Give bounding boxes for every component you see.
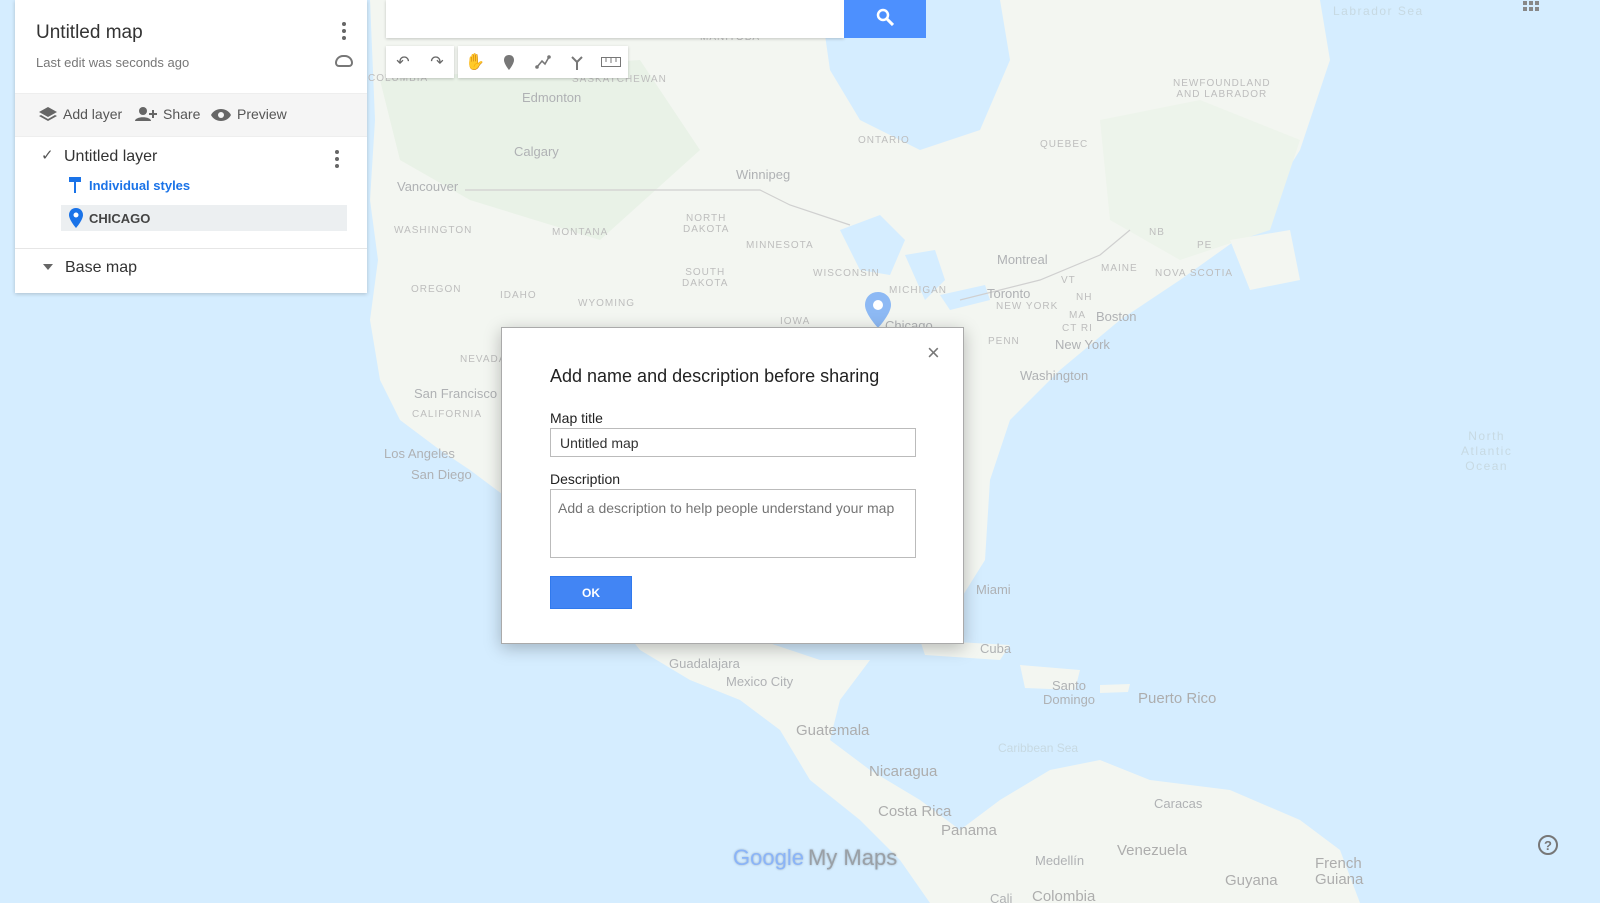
feature-item[interactable]: CHICAGO [61,205,347,231]
dialog-title: Add name and description before sharing [550,366,880,386]
redo-icon[interactable]: ↷ [420,46,454,78]
map-pin-icon [69,208,83,233]
add-marker-icon[interactable] [492,46,526,78]
share-button[interactable]: Share [135,106,200,122]
ruler-icon[interactable] [594,46,628,78]
panel-header: Untitled map Last edit was seconds ago [15,0,367,90]
google-wordmark: Google [733,845,804,870]
description-field[interactable] [550,489,916,558]
add-layer-button[interactable]: Add layer [39,106,122,122]
search-icon [876,8,895,31]
help-icon[interactable]: ? [1538,835,1558,855]
eye-icon [211,108,231,121]
feature-label: CHICAGO [89,211,151,226]
share-dialog: × Add name and description before sharin… [501,327,964,644]
layer-section: ✓ Untitled layer Individual styles CHICA… [15,137,367,297]
map-toolbar: ↶ ↷ ✋ [386,46,628,78]
apps-grid-icon[interactable] [1523,1,1539,15]
undo-redo-group: ↶ ↷ [386,46,454,78]
preview-label: Preview [237,106,287,122]
google-my-maps-logo: Google My Maps [733,845,897,871]
individual-styles-link[interactable]: Individual styles [89,178,190,193]
map-title-field[interactable] [550,428,916,457]
checkbox-checked-icon[interactable]: ✓ [41,148,55,163]
share-label: Share [163,106,201,122]
map-title-label: Map title [550,410,603,426]
preview-button[interactable]: Preview [211,106,287,122]
draw-line-icon[interactable] [526,46,560,78]
layer-name[interactable]: Untitled layer [64,148,157,166]
map-title[interactable]: Untitled map [36,22,143,44]
tools-group: ✋ [458,46,628,78]
panel-actions: Add layer Share Preview [15,93,367,137]
paint-roller-icon [69,177,81,193]
search-input[interactable] [386,0,844,38]
chevron-down-icon[interactable] [43,264,53,270]
directions-icon[interactable] [560,46,594,78]
search-button[interactable] [844,0,926,38]
my-maps-wordmark: My Maps [807,845,898,870]
map-panel: Untitled map Last edit was seconds ago A… [15,0,367,293]
hand-icon[interactable]: ✋ [458,46,492,78]
undo-icon[interactable]: ↶ [386,46,420,78]
base-map-section[interactable]: Base map [15,248,367,289]
close-icon[interactable]: × [927,342,940,364]
add-person-icon [135,107,157,121]
add-layer-label: Add layer [63,106,123,122]
map-options-icon[interactable] [342,22,346,43]
description-label: Description [550,471,621,487]
layers-icon [39,107,57,121]
last-edit-status: Last edit was seconds ago [36,55,190,70]
ok-button[interactable]: OK [550,576,632,609]
cloud-saved-icon [335,55,353,67]
base-map-label: Base map [65,259,138,276]
layer-options-icon[interactable] [335,150,339,171]
